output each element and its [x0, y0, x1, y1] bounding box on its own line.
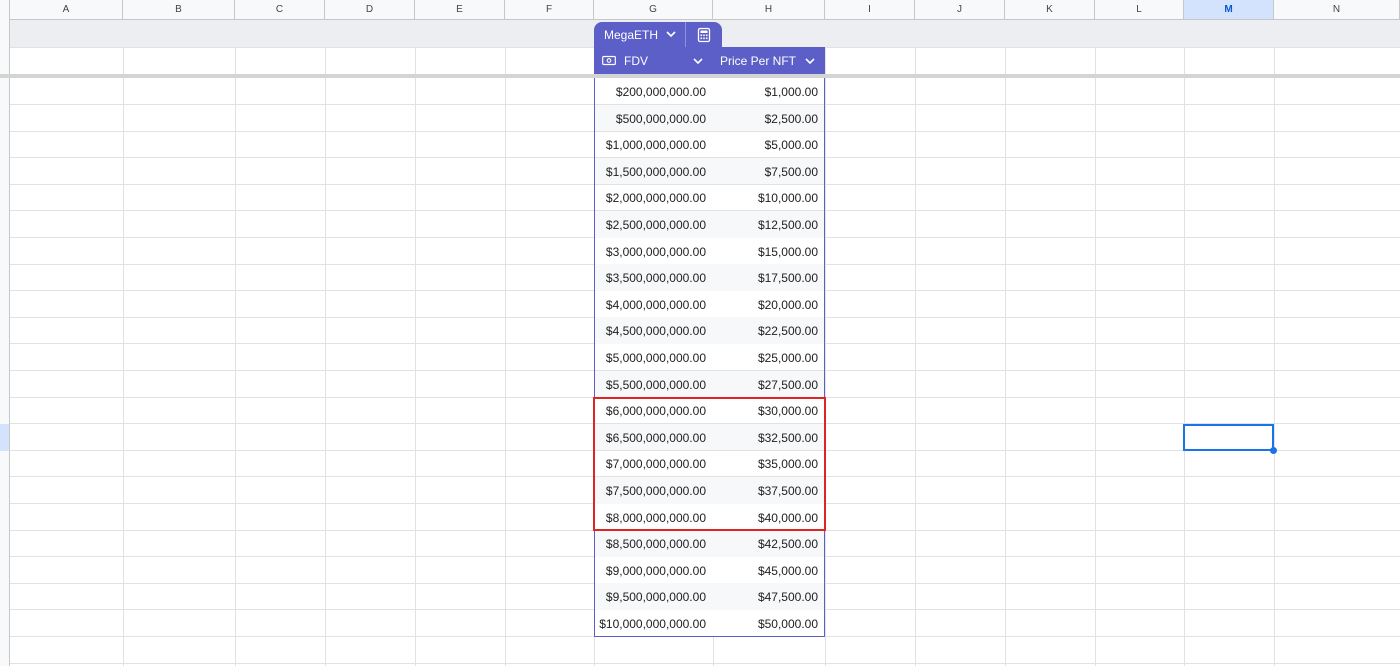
table-row[interactable]: $4,000,000,000.00 $20,000.00 [595, 291, 824, 318]
column-label-fdv: FDV [624, 54, 648, 68]
table-row[interactable]: $3,000,000,000.00 $15,000.00 [595, 238, 824, 265]
table-row[interactable]: $1,500,000,000.00 $7,500.00 [595, 157, 824, 185]
cell-price-per-nft[interactable]: $45,000.00 [713, 564, 818, 578]
select-all-corner[interactable] [0, 0, 10, 20]
grid-line [1274, 47, 1275, 666]
column-header-a[interactable]: A [10, 0, 123, 20]
table-row[interactable]: $10,000,000,000.00 $50,000.00 [595, 610, 824, 637]
cell-price-per-nft[interactable]: $47,500.00 [713, 590, 818, 604]
column-header-m[interactable]: M [1184, 0, 1274, 20]
cell-fdv[interactable]: $4,000,000,000.00 [595, 298, 706, 312]
grid-line [1095, 47, 1096, 666]
grid-line [505, 47, 506, 666]
chevron-down-icon [666, 31, 676, 38]
table-name-tab[interactable]: MegaETH [594, 22, 685, 47]
column-header-g[interactable]: G [594, 0, 713, 20]
column-header-l[interactable]: L [1095, 0, 1184, 20]
column-label-price-per-nft: Price Per NFT [720, 54, 797, 68]
cell-fdv[interactable]: $500,000,000.00 [595, 112, 706, 126]
cell-fdv[interactable]: $1,500,000,000.00 [595, 165, 706, 179]
column-header-h[interactable]: H [713, 0, 825, 20]
table-row[interactable]: $2,500,000,000.00 $12,500.00 [595, 211, 824, 238]
table-row[interactable]: $5,000,000,000.00 $25,000.00 [595, 344, 824, 371]
grid-line [1184, 47, 1185, 666]
table-row[interactable]: $3,500,000,000.00 $17,500.00 [595, 264, 824, 291]
table-row[interactable]: $500,000,000.00 $2,500.00 [595, 104, 824, 132]
column-header-i[interactable]: I [825, 0, 915, 20]
cell-fdv[interactable]: $3,500,000,000.00 [595, 271, 706, 285]
cell-fdv[interactable]: $9,500,000,000.00 [595, 590, 706, 604]
table-body: $200,000,000.00 $1,000.00 $500,000,000.00 $… [594, 78, 825, 637]
grid-line [123, 47, 124, 666]
cell-price-per-nft[interactable]: $22,500.00 [713, 324, 818, 338]
currency-column-icon [602, 55, 616, 66]
table-row[interactable]: $2,000,000,000.00 $10,000.00 [595, 184, 824, 211]
cell-price-per-nft[interactable]: $10,000.00 [713, 191, 818, 205]
cell-price-per-nft[interactable]: $15,000.00 [713, 245, 818, 259]
table-row[interactable]: $9,000,000,000.00 $45,000.00 [595, 557, 824, 584]
column-header-c[interactable]: C [235, 0, 325, 20]
column-header-d[interactable]: D [325, 0, 415, 20]
grid-line [713, 637, 714, 666]
cell-price-per-nft[interactable]: $27,500.00 [713, 378, 818, 392]
cell-fdv[interactable]: $5,500,000,000.00 [595, 378, 706, 392]
calculator-icon [697, 27, 711, 42]
grid-line [415, 47, 416, 666]
cell-price-per-nft[interactable]: $1,000.00 [713, 85, 818, 99]
row-header-strip[interactable] [0, 20, 10, 666]
table-column-header-fdv[interactable]: FDV [594, 47, 713, 74]
cell-price-per-nft[interactable]: $5,000.00 [713, 138, 818, 152]
cell-fdv[interactable]: $10,000,000,000.00 [595, 617, 706, 631]
table-name: MegaETH [604, 27, 659, 42]
table-row[interactable]: $9,500,000,000.00 $47,500.00 [595, 583, 824, 610]
grid-line [325, 47, 326, 666]
table-row[interactable]: $4,500,000,000.00 $22,500.00 [595, 317, 824, 344]
column-header-j[interactable]: J [915, 0, 1005, 20]
active-cell-selection[interactable] [1183, 424, 1274, 451]
grid-line [915, 47, 916, 666]
table-calculator-button[interactable] [685, 22, 722, 47]
column-header-e[interactable]: E [415, 0, 505, 20]
cell-fdv[interactable]: $4,500,000,000.00 [595, 324, 706, 338]
grid-line [235, 47, 236, 666]
cell-price-per-nft[interactable]: $20,000.00 [713, 298, 818, 312]
table-column-header-price-per-nft[interactable]: Price Per NFT [713, 47, 825, 74]
column-header-k[interactable]: K [1005, 0, 1095, 20]
table-row[interactable]: $8,500,000,000.00 $42,500.00 [595, 530, 824, 557]
column-header-b[interactable]: B [123, 0, 235, 20]
table-row[interactable]: $200,000,000.00 $1,000.00 [595, 78, 824, 105]
cell-price-per-nft[interactable]: $17,500.00 [713, 271, 818, 285]
fill-handle[interactable] [1270, 447, 1277, 454]
cell-price-per-nft[interactable]: $50,000.00 [713, 617, 818, 631]
cell-price-per-nft[interactable]: $2,500.00 [713, 112, 818, 126]
highlighted-rows-box [593, 397, 826, 531]
cell-price-per-nft[interactable]: $7,500.00 [713, 165, 818, 179]
cell-price-per-nft[interactable]: $42,500.00 [713, 537, 818, 551]
cell-fdv[interactable]: $9,000,000,000.00 [595, 564, 706, 578]
chevron-down-icon[interactable] [804, 54, 816, 68]
cell-fdv[interactable]: $8,500,000,000.00 [595, 537, 706, 551]
table-row[interactable]: $1,000,000,000.00 $5,000.00 [595, 131, 824, 158]
cell-fdv[interactable]: $3,000,000,000.00 [595, 245, 706, 259]
cell-fdv[interactable]: $200,000,000.00 [595, 85, 706, 99]
cell-fdv[interactable]: $1,000,000,000.00 [595, 138, 706, 152]
cell-price-per-nft[interactable]: $12,500.00 [713, 218, 818, 232]
table-row[interactable]: $5,500,000,000.00 $27,500.00 [595, 370, 824, 398]
grid-line [10, 663, 1400, 664]
grid-line [1005, 47, 1006, 666]
cell-fdv[interactable]: $2,000,000,000.00 [595, 191, 706, 205]
cell-fdv[interactable]: $5,000,000,000.00 [595, 351, 706, 365]
cell-fdv[interactable]: $2,500,000,000.00 [595, 218, 706, 232]
grid-line [825, 47, 826, 666]
column-header-n[interactable]: N [1274, 0, 1400, 20]
row-header-selected[interactable] [0, 424, 10, 451]
cell-price-per-nft[interactable]: $25,000.00 [713, 351, 818, 365]
column-header-f[interactable]: F [505, 0, 594, 20]
spreadsheet-grid: A B C D E F G H I J K L M N MegaETH FDV … [0, 0, 1400, 666]
chevron-down-icon[interactable] [692, 54, 704, 68]
